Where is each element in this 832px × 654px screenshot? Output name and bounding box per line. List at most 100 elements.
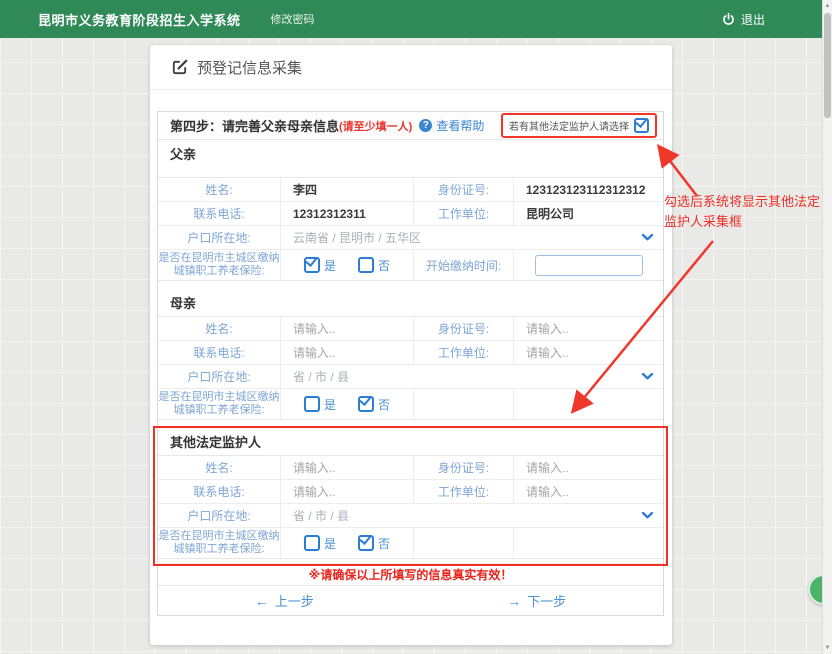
father-insurance-no[interactable]: 否 [358,257,390,274]
guardian-insurance-label: 是否在昆明市主城区缴纳 城镇职工养老保险: [158,528,281,558]
checkbox-icon [358,535,374,551]
empty-cell [514,389,663,419]
insurance-start-cell [514,250,663,280]
app-header: 昆明市义务教育阶段招生入学系统 修改密码 退出 [0,0,832,38]
screen: 昆明市义务教育阶段招生入学系统 修改密码 退出 预登记信息采集 第四步：请完善父… [0,0,832,654]
arrow-left-icon: ← [255,593,269,609]
arrow-right-icon: → [507,593,521,609]
spacer [158,281,663,289]
guardian-insurance-yes[interactable]: 是 [304,535,336,552]
other-guardian-section: 其他法定监护人 姓名: 请输入.. 身份证号: 请输入.. 联系电话: 请输入.… [158,428,663,559]
table-row: 户口所在地: 云南省 / 昆明市 / 五华区 [158,225,663,249]
guardian-table: 姓名: 请输入.. 身份证号: 请输入.. 联系电话: 请输入.. 工作单位: … [158,455,663,559]
mother-name-label: 姓名: [158,317,281,340]
insurance-label-line1: 是否在昆明市主城区缴纳 [159,530,280,543]
step-title: 第四步：请完善父亲母亲信息 [170,116,339,135]
father-residence-label: 户口所在地: [158,226,281,249]
prev-button-label: 上一步 [275,591,314,610]
guardian-phone-field[interactable]: 请输入.. [281,480,414,503]
father-residence-select[interactable]: 云南省 / 昆明市 / 五华区 [281,226,663,249]
guardian-id-field[interactable]: 请输入.. [514,456,663,479]
insurance-label-line1: 是否在昆明市主城区缴纳 [159,252,280,265]
insurance-label-line2: 城镇职工养老保险: [173,265,264,278]
table-row: 是否在昆明市主城区缴纳 城镇职工养老保险: 是 否 [158,527,663,558]
father-id-label: 身份证号: [414,178,514,201]
table-row: 是否在昆明市主城区缴纳 城镇职工养老保险: 是 否 [158,388,663,419]
placeholder-text: 请输入.. [526,483,569,500]
father-section-title: 父亲 [158,140,663,167]
father-insurance-yes[interactable]: 是 [304,257,336,274]
insurance-start-label: 开始缴纳时间: [414,250,514,280]
mother-phone-field[interactable]: 请输入.. [281,341,414,364]
father-insurance-label: 是否在昆明市主城区缴纳 城镇职工养老保险: [158,250,281,280]
mother-insurance-yes[interactable]: 是 [304,396,336,413]
annotation-note: 勾选后系统将显示其他法定监护人采集框 [664,192,830,232]
step-header: 第四步：请完善父亲母亲信息 (请至少填一人) ? 查看帮助 若有其他法定监护人请… [158,112,663,140]
mother-employer-label: 工作单位: [414,341,514,364]
father-employer-label: 工作单位: [414,202,514,225]
prev-button[interactable]: ← 上一步 [158,591,411,610]
father-name-label: 姓名: [158,178,281,201]
father-phone-field[interactable]: 12312312311 [281,202,414,225]
mother-insurance-options: 是 否 [281,389,414,419]
mother-phone-label: 联系电话: [158,341,281,364]
page-title: 预登记信息采集 [197,57,302,78]
next-button[interactable]: → 下一步 [411,591,664,610]
guardian-name-field[interactable]: 请输入.. [281,456,414,479]
father-table: 姓名: 李四 身份证号: 123123123112312312 联系电话: 12… [158,177,663,281]
chevron-down-icon [642,373,653,380]
warning-text: ※请确保以上所填写的信息真实有效！ [158,563,663,586]
other-guardian-checkbox[interactable]: 若有其他法定监护人请选择 [501,113,657,138]
mother-insurance-no[interactable]: 否 [358,396,390,413]
placeholder-text: 请输入.. [293,459,336,476]
scrollbar-up-button[interactable]: ▲ [823,0,832,12]
mother-employer-field[interactable]: 请输入.. [514,341,663,364]
empty-cell [414,389,514,419]
table-row: 姓名: 李四 身份证号: 123123123112312312 [158,178,663,201]
scrollbar-thumb[interactable] [824,13,831,118]
guardian-residence-select[interactable]: 省 / 市 / 县 [281,504,663,527]
checkbox-icon [358,257,374,273]
power-icon [722,13,735,26]
app-title: 昆明市义务教育阶段招生入学系统 [38,10,241,29]
change-password-link[interactable]: 修改密码 [271,11,315,27]
placeholder-text: 请输入.. [293,483,336,500]
help-link[interactable]: ? 查看帮助 [419,117,484,134]
scrollbar: ▲ ▼ [822,0,832,654]
yes-label: 是 [324,396,336,413]
mother-id-label: 身份证号: [414,317,514,340]
mother-insurance-label: 是否在昆明市主城区缴纳 城镇职工养老保险: [158,389,281,419]
wizard-nav: ← 上一步 → 下一步 [158,586,663,615]
father-name-field[interactable]: 李四 [281,178,414,201]
checkbox-checked-icon [634,118,649,133]
empty-cell [514,528,663,558]
no-label: 否 [378,396,390,413]
mother-residence-select[interactable]: 省 / 市 / 县 [281,365,663,388]
guardian-residence-placeholder: 省 / 市 / 县 [293,507,349,524]
guardian-employer-field[interactable]: 请输入.. [514,480,663,503]
checkbox-icon [304,396,320,412]
table-row: 联系电话: 12312312311 工作单位: 昆明公司 [158,201,663,225]
page-title-bar: 预登记信息采集 [150,45,672,90]
mother-residence-label: 户口所在地: [158,365,281,388]
other-guardian-checkbox-label: 若有其他法定监护人请选择 [509,118,629,133]
table-row: 联系电话: 请输入.. 工作单位: 请输入.. [158,340,663,364]
logout-button[interactable]: 退出 [722,11,765,28]
yes-label: 是 [324,535,336,552]
empty-cell [414,528,514,558]
scrollbar-down-button[interactable]: ▼ [823,642,832,654]
insurance-start-input[interactable] [535,255,643,276]
father-employer-field[interactable]: 昆明公司 [514,202,663,225]
table-row: 联系电话: 请输入.. 工作单位: 请输入.. [158,479,663,503]
mother-name-field[interactable]: 请输入.. [281,317,414,340]
guardian-insurance-no[interactable]: 否 [358,535,390,552]
insurance-label-line2: 城镇职工养老保险: [173,543,264,556]
placeholder-text: 请输入.. [526,459,569,476]
father-id-field[interactable]: 123123123112312312 [514,178,663,201]
mother-id-field[interactable]: 请输入.. [514,317,663,340]
no-label: 否 [378,257,390,274]
mother-section-title: 母亲 [158,289,663,316]
placeholder-text: 请输入.. [526,344,569,361]
yes-label: 是 [324,257,336,274]
edit-icon [172,59,188,75]
